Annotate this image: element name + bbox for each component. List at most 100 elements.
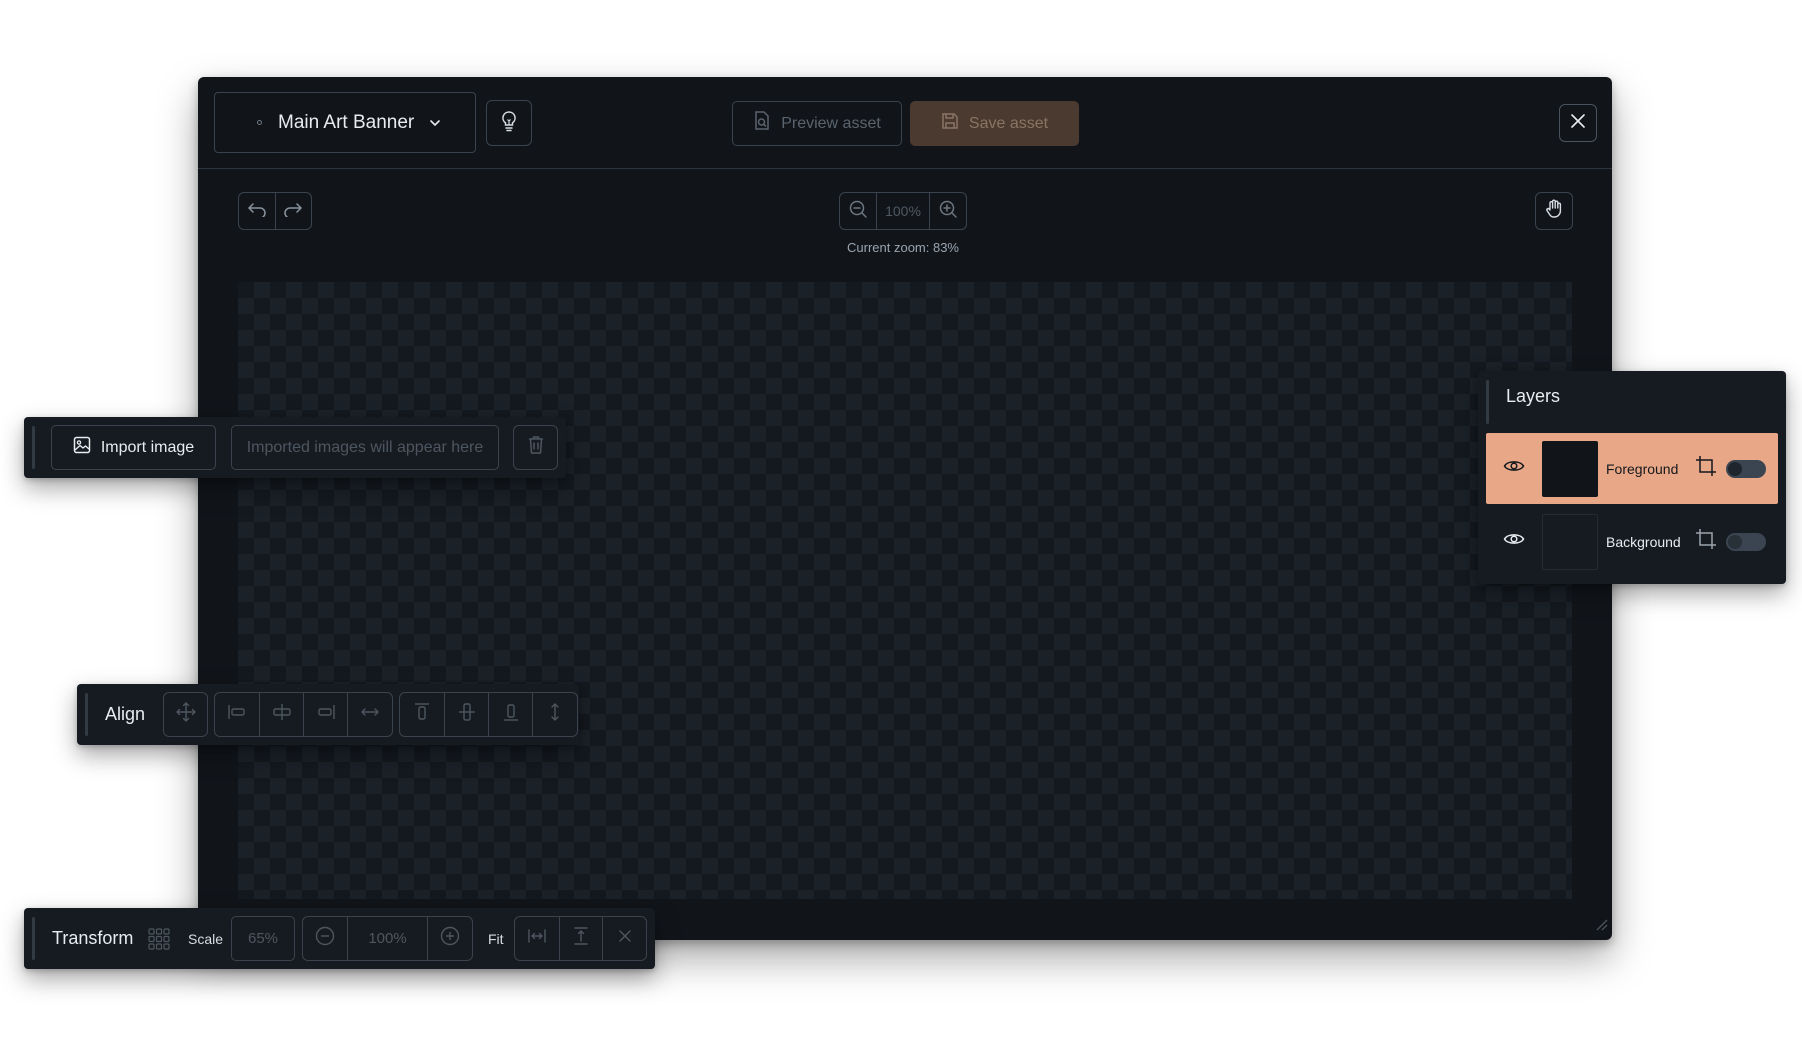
pan-tool-button[interactable] — [1535, 192, 1573, 230]
horizontal-align-group — [214, 692, 393, 737]
vertical-align-group — [399, 692, 578, 737]
zoom-out-icon — [848, 199, 868, 224]
floppy-disk-icon — [941, 112, 959, 135]
move-button[interactable] — [163, 692, 208, 737]
editor-window: Main Art Banner Preview asset Save asset — [198, 77, 1612, 940]
fit-label: Fit — [488, 930, 504, 947]
scale-label: Scale — [188, 930, 224, 947]
hand-icon — [1543, 198, 1565, 225]
zoom-out-button[interactable] — [840, 193, 876, 229]
scale-decrease-button[interactable] — [303, 917, 347, 960]
grid-icon[interactable] — [148, 928, 170, 955]
align-panel: Align — [77, 684, 579, 745]
align-right-icon — [315, 701, 337, 728]
close-button[interactable] — [1559, 104, 1597, 142]
zoom-caption: Current zoom: 83% — [847, 240, 959, 255]
eye-icon — [1503, 458, 1525, 479]
close-icon — [1570, 113, 1586, 134]
scale-step-value[interactable]: 100% — [347, 917, 428, 960]
trash-icon — [527, 435, 545, 460]
preview-asset-button[interactable]: Preview asset — [732, 101, 902, 146]
fit-controls — [514, 916, 647, 961]
panel-accent — [32, 917, 35, 960]
status-dot-icon — [257, 120, 262, 125]
panel-accent — [85, 693, 88, 736]
import-image-button[interactable]: Import image — [51, 425, 216, 470]
preview-asset-label: Preview asset — [781, 114, 881, 132]
align-left-icon — [226, 701, 248, 728]
layer-name: Background — [1606, 533, 1681, 550]
fit-height-icon — [570, 925, 592, 952]
import-image-label: Import image — [100, 438, 195, 456]
align-right-button[interactable] — [303, 693, 347, 736]
crop-icon — [1695, 455, 1717, 482]
close-icon — [617, 928, 633, 949]
fit-width-button[interactable] — [515, 917, 559, 960]
image-icon — [73, 436, 91, 459]
resize-grip-icon[interactable] — [1594, 917, 1608, 936]
align-bottom-button[interactable] — [488, 693, 532, 736]
align-center-h-button[interactable] — [259, 693, 303, 736]
arrows-vertical-icon — [544, 701, 566, 728]
layer-lock-toggle[interactable] — [1726, 459, 1766, 478]
hint-button[interactable] — [486, 100, 532, 146]
distribute-vertical-button[interactable] — [532, 693, 576, 736]
layer-visibility-button[interactable] — [1486, 531, 1542, 552]
undo-icon — [247, 201, 267, 222]
scale-increase-button[interactable] — [428, 917, 472, 960]
move-arrows-icon — [175, 701, 197, 728]
reset-transform-button[interactable] — [602, 917, 646, 960]
zoom-controls: 100% — [839, 192, 967, 230]
save-asset-button[interactable]: Save asset — [910, 101, 1079, 146]
distribute-horizontal-button[interactable] — [347, 693, 391, 736]
plus-circle-icon — [439, 925, 461, 952]
align-bottom-icon — [500, 701, 522, 728]
asset-select-dropdown[interactable]: Main Art Banner — [214, 92, 476, 153]
asset-name: Main Art Banner — [278, 111, 415, 133]
zoom-value[interactable]: 100% — [876, 193, 930, 229]
layer-name: Foreground — [1606, 460, 1679, 477]
artboard-canvas[interactable] — [238, 282, 1572, 899]
transform-panel: Transform Scale 65% 100% Fit — [24, 908, 655, 969]
history-controls — [238, 192, 312, 230]
redo-icon — [283, 201, 303, 222]
delete-image-button[interactable] — [513, 425, 558, 470]
layer-crop-button[interactable] — [1692, 528, 1720, 555]
scale-stepper: 100% — [302, 916, 473, 961]
undo-button[interactable] — [239, 193, 275, 229]
align-left-button[interactable] — [215, 693, 259, 736]
align-center-v-button[interactable] — [444, 693, 488, 736]
layer-visibility-button[interactable] — [1486, 458, 1542, 479]
layer-lock-toggle[interactable] — [1726, 532, 1766, 551]
zoom-in-button[interactable] — [930, 193, 966, 229]
toggle-knob — [1728, 461, 1742, 476]
align-center-horizontal-icon — [271, 701, 293, 728]
transform-title: Transform — [52, 928, 134, 948]
imported-images-field[interactable]: Imported images will appear here — [231, 425, 499, 470]
layer-row-background[interactable]: Background — [1486, 506, 1778, 577]
chevron-down-icon — [428, 116, 442, 130]
layer-thumbnail — [1542, 513, 1598, 570]
arrows-horizontal-icon — [359, 701, 381, 728]
align-center-vertical-icon — [456, 701, 478, 728]
file-search-icon — [753, 111, 771, 136]
redo-button[interactable] — [274, 193, 312, 229]
fit-height-button[interactable] — [558, 917, 603, 960]
crop-icon — [1695, 528, 1717, 555]
import-panel: Import image Imported images will appear… — [24, 417, 566, 478]
align-top-button[interactable] — [400, 693, 444, 736]
scale-input[interactable]: 65% — [231, 916, 295, 961]
align-title: Align — [105, 704, 146, 724]
layer-crop-button[interactable] — [1692, 455, 1720, 482]
eye-icon — [1503, 531, 1525, 552]
lightbulb-icon — [499, 110, 519, 137]
layers-title: Layers — [1506, 386, 1561, 406]
panel-accent — [32, 426, 35, 469]
editor-topbar: Main Art Banner Preview asset Save asset — [198, 77, 1612, 169]
zoom-in-icon — [938, 199, 958, 224]
panel-accent — [1486, 380, 1489, 424]
layer-row-foreground[interactable]: Foreground — [1486, 433, 1778, 504]
toggle-knob — [1728, 534, 1742, 549]
minus-circle-icon — [314, 925, 336, 952]
layer-thumbnail — [1542, 440, 1598, 497]
